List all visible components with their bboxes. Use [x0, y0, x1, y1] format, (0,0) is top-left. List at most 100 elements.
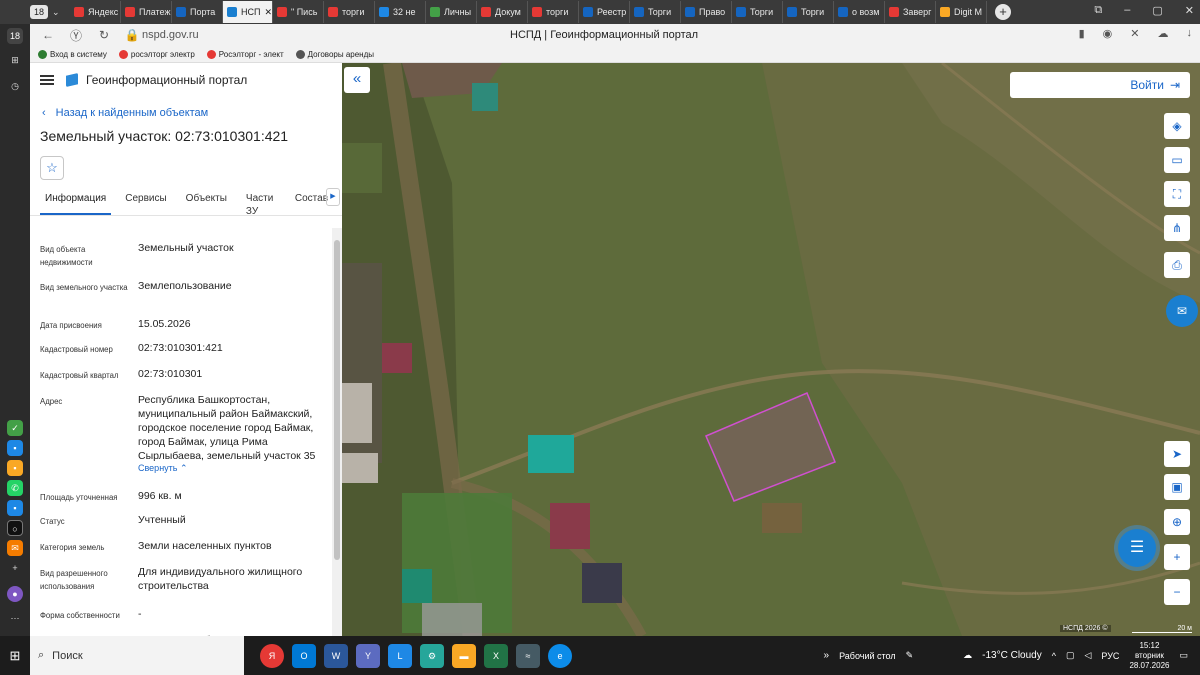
restore-icon[interactable]: ⧉	[1094, 4, 1102, 17]
collapse-link[interactable]: Свернуть ⌃	[138, 463, 188, 474]
tab-0[interactable]: Информация	[40, 192, 112, 215]
zoom-in-button[interactable]: +	[1164, 544, 1190, 570]
basemap-icon[interactable]: ▣	[1164, 474, 1190, 500]
file-explorer-icon[interactable]: ▬	[452, 643, 476, 668]
tab-3[interactable]: Части ЗУ	[241, 192, 281, 217]
browser-tab[interactable]: Торги	[732, 1, 783, 23]
browser-tab[interactable]: Яндекс	[70, 1, 121, 23]
app-icon-3[interactable]: ▪	[7, 460, 23, 476]
browser-tab[interactable]: Порта	[172, 1, 223, 23]
new-tab-button[interactable]: +	[995, 4, 1011, 20]
collapse-panel-button[interactable]: «	[344, 67, 370, 93]
extension-icon[interactable]: ◉	[1103, 27, 1113, 40]
locate-icon[interactable]: ➤	[1164, 441, 1190, 467]
notification-icon[interactable]: ▭	[1179, 650, 1188, 661]
grid-icon[interactable]: ⊞	[7, 52, 23, 68]
geolocation-icon[interactable]: ⊕	[1164, 509, 1190, 535]
chevron-right-icon[interactable]: ▶	[326, 188, 340, 206]
pen-icon[interactable]: ✎	[906, 650, 914, 661]
url-field[interactable]: nspd.gov.ru	[142, 29, 362, 41]
extension-icon-2[interactable]: ✕	[1130, 27, 1139, 40]
browser-tab[interactable]: Заверг	[885, 1, 936, 23]
word-icon[interactable]: W	[324, 643, 348, 668]
maximize-icon[interactable]: ▢	[1152, 4, 1162, 17]
login-button[interactable]: Войти ⇥	[1010, 72, 1190, 98]
app-icon-net[interactable]: ≈	[516, 643, 540, 668]
panel-scrollbar[interactable]	[332, 228, 342, 636]
map-view[interactable]: « Войти ⇥ ◈ ▭ ⛶ ⋔ ⎙ ✉ ➤ ▣ ⊕ ☰ + − НСПД 2…	[342, 63, 1200, 636]
tab-count-icon[interactable]: 18	[7, 28, 23, 44]
yandex-app-icon[interactable]: Y	[356, 643, 380, 668]
volume-icon[interactable]: ◁	[1084, 650, 1091, 661]
reload-icon[interactable]: ↻	[94, 28, 114, 42]
weather-label[interactable]: -13°C Cloudy	[982, 650, 1042, 661]
whatsapp-icon[interactable]: ✆	[7, 480, 23, 496]
browser-tab[interactable]: о возм	[834, 1, 885, 23]
bookmark-item[interactable]: Росэлторг - элект	[206, 49, 284, 59]
menu-icon[interactable]	[40, 75, 54, 85]
browser-tab[interactable]: торги	[528, 1, 579, 23]
bookmark-icon[interactable]: ▮	[1079, 27, 1085, 40]
tab-2[interactable]: Объекты	[181, 192, 232, 215]
outlook-icon[interactable]: O	[292, 643, 316, 668]
browser-tab[interactable]: НСП ✕	[223, 1, 273, 23]
edge-icon[interactable]: e	[548, 643, 572, 668]
clock[interactable]: 15:12 вторник 28.07.2026	[1129, 641, 1169, 671]
minimize-icon[interactable]: –	[1124, 4, 1130, 17]
select-area-icon[interactable]: ⛶	[1164, 181, 1190, 207]
tab-counter[interactable]: 18	[30, 5, 48, 19]
ruler-icon[interactable]: ▭	[1164, 147, 1190, 173]
app-icon-1[interactable]: ✓	[7, 420, 23, 436]
bookmark-item[interactable]: росэлторг электр	[118, 49, 195, 59]
app-icon-4[interactable]: ▪	[7, 500, 23, 516]
back-link[interactable]: ‹ Назад к найденным объектам	[42, 107, 342, 119]
share-icon[interactable]: ⋔	[1164, 215, 1190, 241]
app-icon-gear[interactable]: ⚙	[420, 643, 444, 668]
browser-tab[interactable]: торги	[324, 1, 375, 23]
scrollbar-thumb[interactable]	[334, 240, 340, 560]
alice-icon[interactable]: ●	[7, 586, 23, 602]
browser-tab[interactable]: 32 не	[375, 1, 426, 23]
yandex-browser-icon[interactable]: Я	[260, 643, 284, 668]
desktop-label[interactable]: Рабочий стол	[839, 651, 896, 661]
close-icon[interactable]: ✕	[1185, 4, 1194, 17]
star-icon[interactable]: ☆	[40, 156, 64, 180]
windows-start-icon[interactable]: ⊞	[0, 648, 30, 664]
app-icon-2[interactable]: ▪	[7, 440, 23, 456]
expand-tray-icon[interactable]: ^	[1052, 651, 1056, 661]
taskbar-search[interactable]: ⌕ Поиск	[30, 636, 244, 675]
download-icon[interactable]: ↓	[1187, 27, 1193, 40]
browser-tab[interactable]: Право	[681, 1, 732, 23]
chevron-down-icon[interactable]: ⌄	[52, 5, 64, 19]
app-icon-5[interactable]: ○	[7, 520, 23, 536]
language-indicator[interactable]: РУС	[1101, 651, 1119, 661]
browser-tab[interactable]: Торги	[783, 1, 834, 23]
bookmark-item[interactable]: Вход в систему	[38, 49, 107, 59]
close-tab-icon[interactable]: ✕	[264, 7, 272, 18]
print-icon[interactable]: ⎙	[1164, 252, 1190, 278]
zoom-out-button[interactable]: −	[1164, 579, 1190, 605]
browser-tab[interactable]: Докум	[477, 1, 528, 23]
assistant-icon[interactable]: ✉	[1166, 295, 1198, 327]
app-icon-l[interactable]: L	[388, 643, 412, 668]
browser-tab[interactable]: Платеж	[121, 1, 172, 23]
browser-tab[interactable]: Реестр	[579, 1, 630, 23]
profile-icon[interactable]: ☁	[1158, 27, 1169, 40]
tab-1[interactable]: Сервисы	[120, 192, 171, 215]
bookmark-item[interactable]: Договоры аренды	[295, 49, 374, 59]
mail-icon[interactable]: ✉	[7, 540, 23, 556]
history-icon[interactable]: ◷	[7, 78, 23, 94]
browser-tab[interactable]: Личны	[426, 1, 477, 23]
browser-tab[interactable]: Торги	[630, 1, 681, 23]
network-icon[interactable]: ▢	[1066, 650, 1075, 661]
browser-tab[interactable]: Digit M	[936, 1, 987, 23]
chevron-icon[interactable]: »	[824, 650, 830, 661]
back-arrow-icon[interactable]: ←	[38, 28, 58, 42]
add-icon[interactable]: +	[7, 560, 23, 576]
chat-icon[interactable]: ☰	[1118, 529, 1156, 567]
layers-icon[interactable]: ◈	[1164, 113, 1190, 139]
browser-tab[interactable]: " Пись	[273, 1, 324, 23]
excel-icon[interactable]: X	[484, 643, 508, 668]
yandex-icon[interactable]: Ⓨ	[66, 27, 86, 44]
more-icon[interactable]: ⋯	[7, 610, 23, 626]
